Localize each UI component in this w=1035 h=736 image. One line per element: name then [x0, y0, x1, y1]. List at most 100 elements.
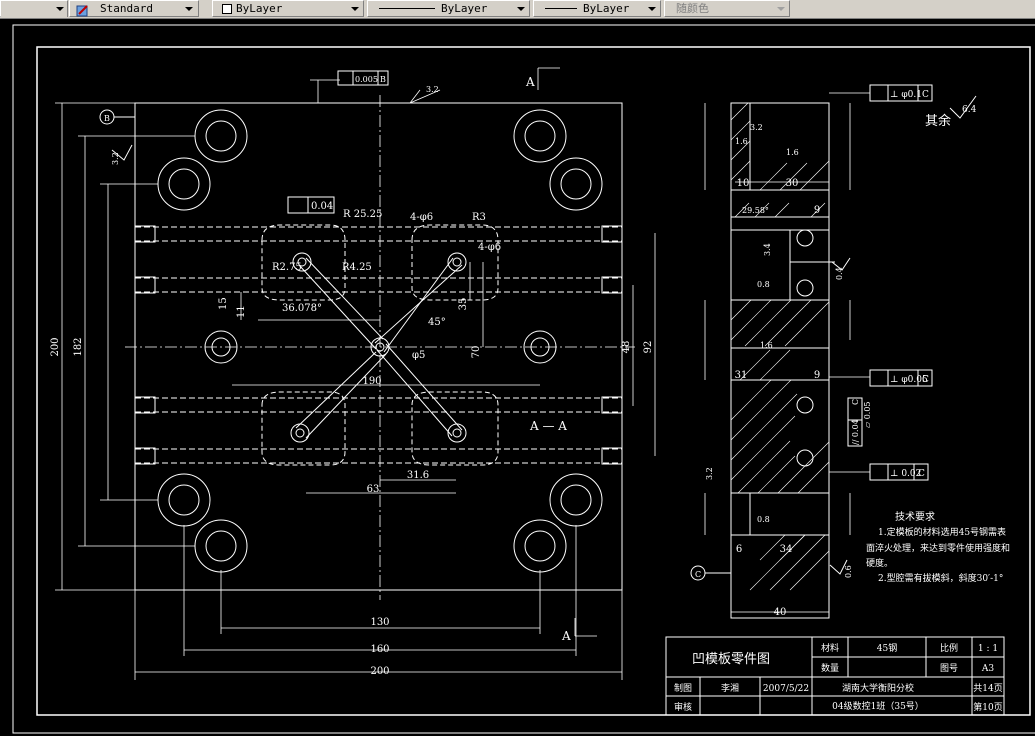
tech-title: 技术要求 — [895, 510, 935, 523]
chevron-down-icon[interactable] — [348, 3, 360, 14]
tolerance-frames-main — [99, 70, 389, 214]
dim-200: 200 — [370, 666, 389, 677]
drawing-no-label: 图号 — [940, 663, 958, 674]
side-dim-9: 9 — [814, 205, 820, 216]
side-dim-6: 6 — [736, 544, 742, 555]
dim-92: 92 — [643, 341, 654, 354]
tol-parallel: // 0.04 — [851, 419, 860, 445]
linetype-group: ByLayer — [367, 0, 530, 17]
color-swatch — [222, 4, 232, 14]
rough-3-2c: 3.2 — [750, 123, 763, 132]
side-dim-40: 40 — [774, 607, 787, 618]
chevron-down-icon[interactable] — [53, 3, 65, 14]
tol-flatness2: ▱ 0.05 — [863, 401, 872, 428]
dim-r3: R3 — [472, 212, 486, 223]
dim-70: 70 — [471, 346, 482, 359]
tol-perp3-datum: C — [918, 469, 925, 479]
left-partial-combo[interactable] — [1, 2, 67, 17]
lineweight-group: ByLayer — [533, 0, 661, 17]
color-group: ByLayer — [212, 0, 364, 17]
tech-req-1c: 硬度。 — [866, 557, 893, 569]
linetype-sample — [379, 8, 435, 9]
side-dim-10: 10 — [737, 178, 750, 189]
scale-value: 1 : 1 — [978, 644, 998, 654]
chevron-down-icon[interactable] — [514, 3, 526, 14]
dim-15: 15 — [218, 297, 229, 310]
checked-label: 审核 — [674, 701, 692, 713]
color-value: ByLayer — [236, 2, 283, 15]
tol-perp2-datum: C — [922, 375, 929, 385]
section-hatching — [730, 102, 830, 591]
rough-3-4: 3.4 — [763, 243, 772, 256]
roughness-symbols — [111, 95, 977, 575]
rough-0-8b: 0.8 — [757, 515, 770, 524]
section-mark-a-top: A — [525, 75, 535, 89]
tol-profile-value: 0.04 — [311, 201, 333, 212]
rough-1-6c: 1.6 — [760, 341, 773, 350]
rough-1-6b: 1.6 — [786, 148, 799, 157]
linetype-value: ByLayer — [441, 2, 488, 15]
color-select[interactable]: ByLayer — [216, 2, 362, 17]
material-label: 材料 — [821, 642, 839, 654]
plot-style-value: 随颜色 — [676, 2, 709, 15]
school-name: 湖南大学衡阳分校 — [842, 682, 914, 694]
tol-parallel-datum: C — [851, 399, 860, 405]
plot-style-select[interactable]: 随颜色 — [668, 2, 788, 17]
drawing-no-value: A3 — [981, 664, 994, 674]
roughness-top: 3.2 — [426, 85, 439, 94]
roughness-left: 3.2 — [111, 152, 120, 165]
datum-b-label: B — [104, 114, 110, 123]
rough-0-8a: 0.8 — [757, 280, 770, 289]
side-dim-angle: 29.58° — [742, 206, 769, 215]
section-mark-a-bottom: A — [561, 629, 571, 643]
chevron-down-icon[interactable] — [182, 3, 194, 14]
tech-req-1b: 面淬火处理，来达到零件使用强度和 — [866, 542, 1010, 554]
class-info: 04级数控1班（35号） — [832, 700, 924, 712]
dim-160: 160 — [370, 644, 389, 655]
dim-63: 63 — [367, 484, 380, 495]
dim-11: 11 — [236, 305, 247, 318]
chevron-down-icon[interactable] — [645, 3, 657, 14]
tol-perp3: ⊥ 0.02 — [890, 469, 921, 479]
text-style-icon — [76, 2, 90, 17]
dim-190: 190 — [362, 376, 381, 387]
sheet-number: 第10页 — [973, 701, 1002, 713]
rough-3-2d: 3.2 — [705, 467, 714, 480]
other-roughness-value: 6.4 — [962, 105, 977, 115]
rough-0-6: 0.6 — [844, 565, 853, 578]
dim-h182: 182 — [73, 337, 84, 356]
text-style-select[interactable]: Standard — [96, 2, 196, 17]
lineweight-sample — [545, 8, 577, 9]
scale-label: 比例 — [940, 642, 958, 654]
drawing-canvas[interactable]: 200 160 130 200 182 92 48 70 35 63 31.6 … — [0, 18, 1035, 736]
drawn-by: 李湘 — [721, 682, 739, 694]
side-dim-34: 34 — [780, 544, 793, 555]
tolerance-frames-side — [690, 84, 933, 581]
dim-r25: R 25.25 — [343, 209, 382, 220]
lineweight-select[interactable]: ByLayer — [537, 2, 659, 17]
dim-45deg: 45° — [428, 317, 446, 328]
linetype-select[interactable]: ByLayer — [371, 2, 528, 17]
tech-req-2: 2.型腔需有拔模斜，斜度30′-1° — [878, 572, 1003, 584]
dim-4phi6b: 4-φ6 — [478, 242, 501, 253]
properties-toolbar: Standard ByLayer ByLayer ByLayer 随颜色 — [0, 0, 1035, 19]
datum-c-label: C — [695, 570, 701, 579]
rough-1-6a: 1.6 — [735, 137, 748, 146]
outer-frame — [12, 24, 1035, 734]
chevron-down-icon[interactable] — [774, 3, 786, 14]
dim-31-6: 31.6 — [407, 470, 429, 481]
material-value: 45钢 — [877, 642, 897, 654]
total-sheets: 共14页 — [973, 683, 1002, 694]
drawn-date: 2007/5/22 — [763, 684, 809, 694]
dim-angle: 36.078° — [282, 303, 322, 314]
tol-perp1-datum: C — [922, 90, 929, 100]
other-roughness-label: 其余 — [925, 113, 951, 129]
dim-r4-25: R4.25 — [342, 262, 372, 273]
dim-35: 35 — [458, 298, 469, 311]
text-style-group: Standard — [69, 0, 199, 17]
dim-4phi6: 4-φ6 — [410, 212, 433, 223]
plot-style-group: 随颜色 — [664, 0, 790, 17]
drawn-label: 制图 — [674, 682, 692, 694]
tol-flatness-datum: B — [380, 75, 386, 84]
text-style-value: Standard — [100, 2, 153, 15]
